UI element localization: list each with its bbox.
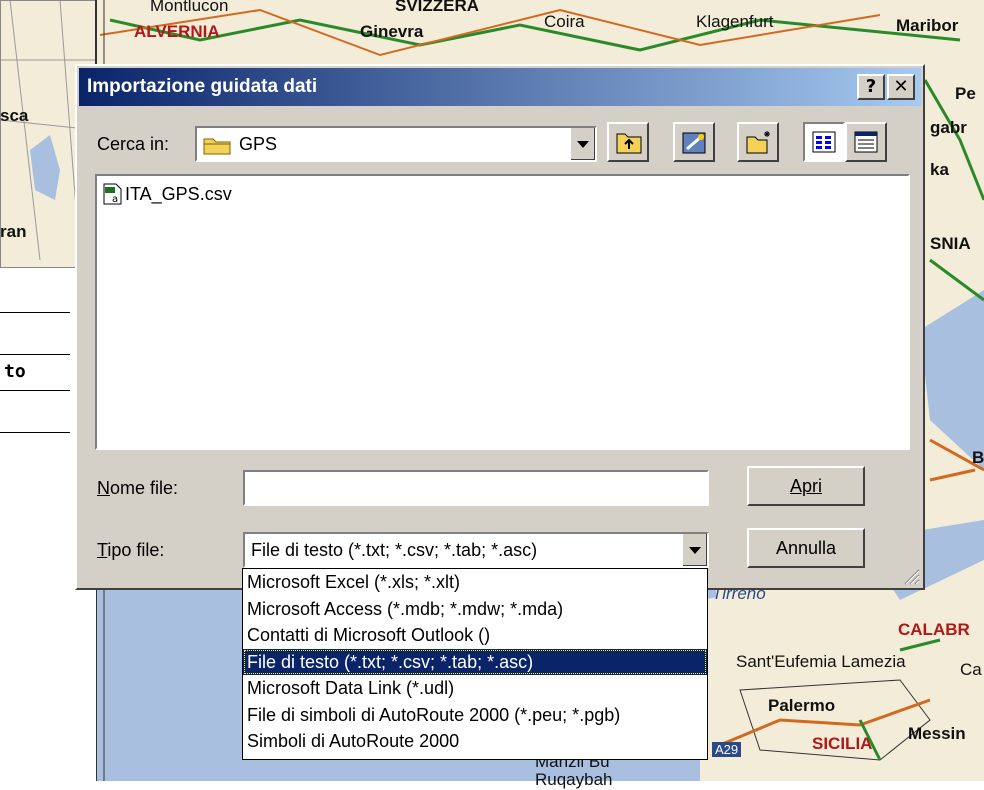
map-label: Palermo (768, 696, 836, 715)
open-button-label: Apri (789, 476, 822, 496)
title-bar[interactable]: Importazione guidata dati ? ✕ (79, 68, 921, 106)
map-label: SICILIA (812, 734, 873, 753)
filetype-option[interactable]: Microsoft Excel (*.xls; *.xlt) (243, 569, 707, 596)
filename-input[interactable] (243, 470, 709, 506)
map-label: Coira (544, 12, 585, 31)
filetype-label: Tipo file: (97, 540, 165, 560)
dropdown-arrow[interactable] (569, 128, 595, 160)
filetype-dropdown[interactable]: File di testo (*.txt; *.csv; *.tab; *.as… (243, 532, 709, 568)
look-in-dropdown[interactable]: GPS (195, 126, 597, 162)
map-label: gabr (930, 118, 967, 137)
cancel-button-label: Annulla (775, 538, 837, 558)
new-folder-button[interactable] (737, 122, 779, 162)
file-list[interactable]: a ITA_GPS.csv (95, 174, 910, 450)
left-panel-text: to (4, 361, 26, 382)
list-view-icon (812, 131, 836, 153)
up-folder-icon (616, 133, 642, 154)
filetype-option[interactable]: Microsoft Data Link (*.udl) (243, 675, 707, 702)
map-label: Ruqaybah (535, 770, 613, 789)
cancel-button[interactable]: Annulla (747, 528, 865, 568)
filetype-option[interactable]: Simboli di AutoRoute 2000 (243, 728, 707, 755)
map-label: ran (0, 222, 27, 241)
map-label: B (972, 448, 984, 467)
details-view-button[interactable] (845, 122, 887, 162)
map-label: SNIA (930, 234, 971, 253)
map-label: ka (930, 160, 949, 179)
look-in-value: GPS (239, 134, 278, 154)
import-dialog: Importazione guidata dati ? ✕ Cerca in: … (75, 64, 925, 590)
map-label: Klagenfurt (696, 12, 774, 31)
dialog-title: Importazione guidata dati (87, 76, 318, 97)
map-label: Montlucon (150, 0, 229, 15)
details-view-icon (854, 131, 878, 153)
filetype-option[interactable]: File di simboli di AutoRoute 2000 (*.peu… (243, 702, 707, 729)
help-button[interactable]: ? (857, 74, 885, 100)
open-button[interactable]: Apri (747, 466, 865, 506)
filetype-option[interactable]: Contatti di Microsoft Outlook () (243, 622, 707, 649)
file-name: ITA_GPS.csv (125, 183, 232, 204)
road-shield: A29 (712, 742, 742, 757)
csv-file-icon: a (103, 183, 122, 205)
resize-grip-icon[interactable] (902, 567, 920, 585)
map-label: Messin (908, 724, 966, 743)
map-label: Ginevra (360, 22, 424, 41)
divider (0, 390, 70, 391)
divider (0, 312, 70, 313)
filetype-value: File di testo (*.txt; *.csv; *.tab; *.as… (251, 540, 538, 560)
map-label: Sant'Eufemia Lamezia (736, 652, 906, 671)
folder-icon (203, 138, 231, 155)
filetype-options-list[interactable]: Microsoft Excel (*.xls; *.xlt) Microsoft… (242, 568, 708, 760)
map-label: Maribor (896, 16, 959, 35)
map-label: CALABR (898, 620, 970, 639)
divider (0, 354, 70, 355)
filetype-option[interactable]: Microsoft Access (*.mdb; *.mdw; *.mda) (243, 596, 707, 623)
divider (0, 432, 70, 433)
map-label: Pe (955, 84, 976, 103)
dropdown-arrow[interactable] (681, 534, 707, 566)
list-view-button[interactable] (803, 122, 845, 162)
svg-text:a: a (112, 194, 118, 205)
map-label: Ca (960, 660, 982, 679)
chevron-down-icon (577, 140, 589, 148)
chevron-down-icon (689, 546, 701, 554)
close-button[interactable]: ✕ (887, 74, 915, 100)
web-folders-button[interactable] (673, 122, 715, 162)
filetype-option-selected[interactable]: File di testo (*.txt; *.csv; *.tab; *.as… (243, 648, 707, 675)
web-folder-icon (682, 132, 706, 154)
map-label: ALVERNIA (134, 22, 220, 41)
file-item[interactable]: a ITA_GPS.csv (101, 182, 232, 206)
map-label: SVIZZERA (395, 0, 480, 15)
up-folder-button[interactable] (607, 122, 649, 162)
new-folder-icon (746, 131, 770, 154)
map-label: sca (0, 106, 29, 125)
filename-label: Nome file: (97, 478, 179, 498)
look-in-label: Cerca in: (97, 134, 170, 154)
